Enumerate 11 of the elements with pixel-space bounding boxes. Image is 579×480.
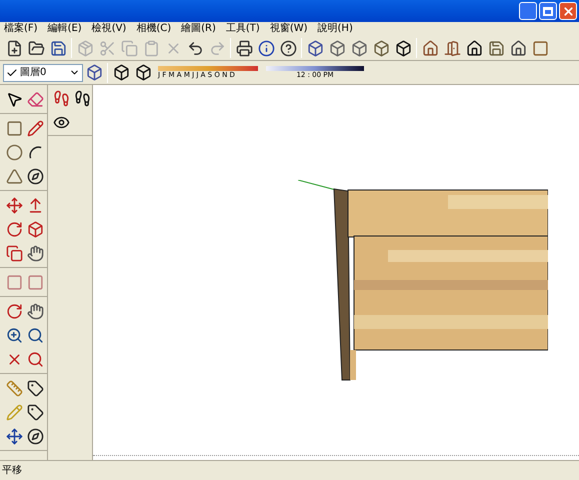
menu-item[interactable]: 相機(C) (136, 24, 172, 34)
menu-item[interactable]: 繪圖(R) (181, 24, 216, 34)
layer-dropdown[interactable]: 圖層0 (3, 64, 83, 82)
menu-item[interactable]: 視窗(W) (270, 24, 308, 34)
menu-item[interactable]: 檢視(V) (92, 24, 126, 34)
menu-item[interactable]: 檔案(F) (4, 24, 38, 34)
status-text: 平移 (2, 464, 22, 478)
menu-item[interactable]: 說明(H) (318, 24, 353, 34)
layer-name: 圖層0 (20, 66, 48, 80)
menu-item[interactable]: 工具(T) (226, 24, 260, 34)
menu-item[interactable]: 編輯(E) (48, 24, 82, 34)
